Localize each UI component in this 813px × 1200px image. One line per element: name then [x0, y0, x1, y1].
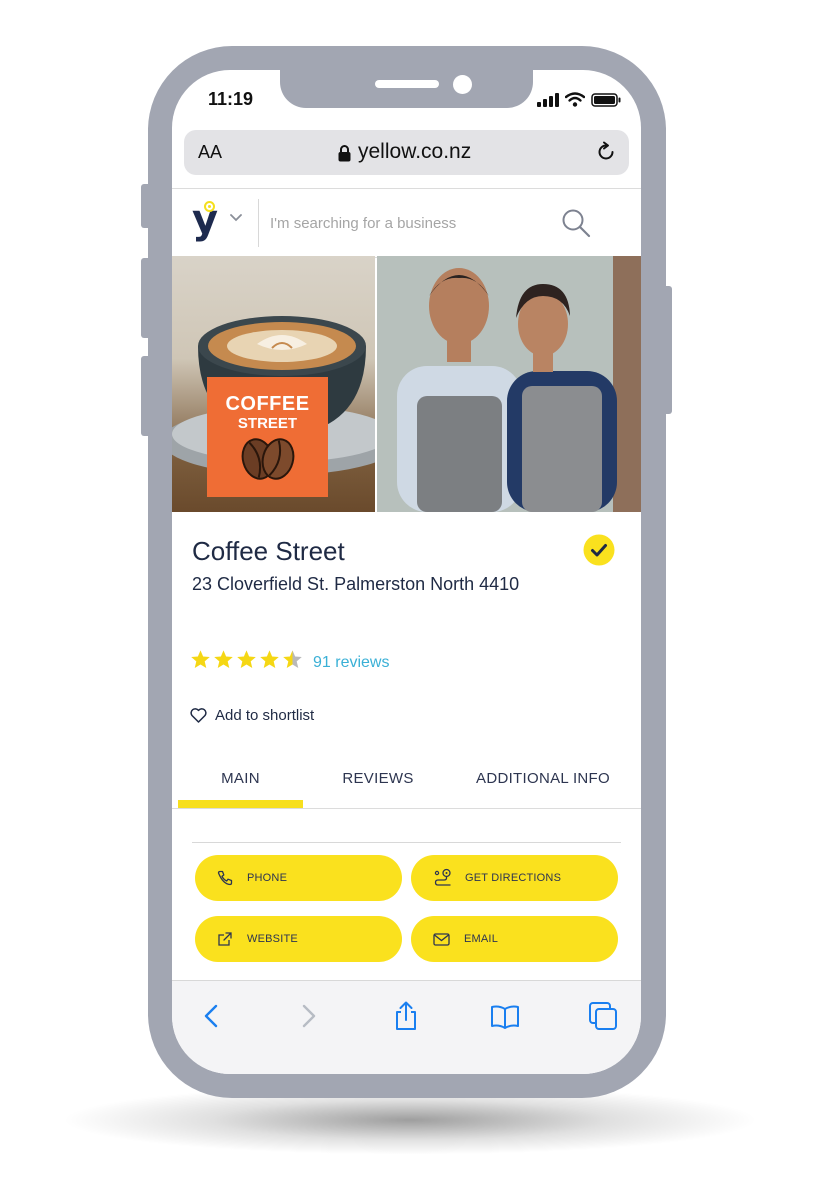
coffee-beans-icon — [241, 438, 295, 480]
get-directions-button[interactable]: GET DIRECTIONS — [411, 855, 618, 901]
staff-illustration — [377, 256, 641, 512]
phone-button[interactable]: PHONE — [195, 855, 402, 901]
share-icon[interactable] — [391, 1001, 421, 1031]
url-text[interactable]: yellow.co.nz — [358, 140, 471, 164]
business-address: 23 Cloverfield St. Palmerston North 4410 — [192, 574, 520, 594]
star-icon — [237, 650, 256, 668]
site-header: y — [172, 188, 641, 258]
listing-tabs: MAIN REVIEWS ADDITIONAL INFO — [172, 758, 641, 809]
section-divider — [192, 842, 621, 843]
logo-text-line2: STREET — [237, 415, 298, 432]
status-icons — [537, 92, 621, 107]
star-rating — [190, 649, 303, 670]
add-to-shortlist-button[interactable]: Add to shortlist — [190, 707, 314, 724]
directions-icon — [434, 868, 451, 886]
business-name: Coffee Street — [192, 536, 345, 566]
chevron-down-icon[interactable] — [230, 214, 242, 222]
tab-main[interactable]: MAIN — [178, 770, 303, 787]
signal-icon — [537, 92, 559, 107]
active-tab-indicator — [178, 800, 303, 808]
directions-label: GET DIRECTIONS — [465, 872, 562, 884]
external-link-icon — [218, 932, 232, 946]
back-icon[interactable] — [197, 1001, 227, 1031]
lock-icon — [338, 145, 351, 162]
star-icon — [214, 650, 233, 668]
header-divider — [258, 199, 259, 247]
phone-screen: 11:19 AA yellow.co.nz y I'm searching fo… — [172, 70, 641, 1074]
bookmarks-icon[interactable] — [490, 1001, 520, 1031]
star-half-icon — [283, 650, 302, 668]
email-button[interactable]: EMAIL — [411, 916, 618, 962]
website-label: WEBSITE — [247, 933, 298, 945]
wifi-icon — [565, 92, 585, 107]
search-input[interactable] — [268, 207, 542, 239]
mail-icon — [433, 932, 450, 946]
business-logo: COFFEE STREET — [207, 377, 328, 497]
browser-url-bar[interactable]: AA yellow.co.nz — [184, 130, 629, 175]
reviews-link[interactable]: 91 reviews — [313, 654, 389, 672]
verified-check-icon — [583, 534, 615, 566]
logo-dot — [204, 201, 215, 212]
browser-toolbar — [172, 980, 641, 1074]
staff-photo — [377, 256, 641, 512]
text-size-label: AA — [198, 142, 223, 162]
hero-gallery[interactable]: COFFEE STREET — [172, 256, 641, 512]
tab-additional-info[interactable]: ADDITIONAL INFO — [462, 770, 624, 787]
battery-icon — [591, 92, 621, 107]
star-icon — [260, 650, 279, 668]
text-size-button[interactable]: AA — [198, 142, 222, 163]
phone-icon — [217, 870, 233, 886]
reload-icon[interactable] — [595, 141, 617, 163]
heart-icon — [190, 708, 207, 723]
forward-icon[interactable] — [293, 1001, 323, 1031]
email-label: EMAIL — [464, 933, 499, 945]
logo-text-line1: COFFEE — [225, 393, 310, 415]
notch — [280, 70, 533, 108]
status-time: 11:19 — [208, 89, 254, 109]
tabs-icon[interactable] — [588, 1001, 618, 1031]
front-camera — [453, 75, 472, 94]
star-icon — [191, 650, 210, 668]
website-button[interactable]: WEBSITE — [195, 916, 402, 962]
shortlist-label: Add to shortlist — [215, 707, 315, 724]
search-icon[interactable] — [560, 207, 592, 239]
speaker — [375, 80, 439, 88]
tab-reviews[interactable]: REVIEWS — [312, 770, 444, 787]
phone-label: PHONE — [247, 872, 288, 884]
